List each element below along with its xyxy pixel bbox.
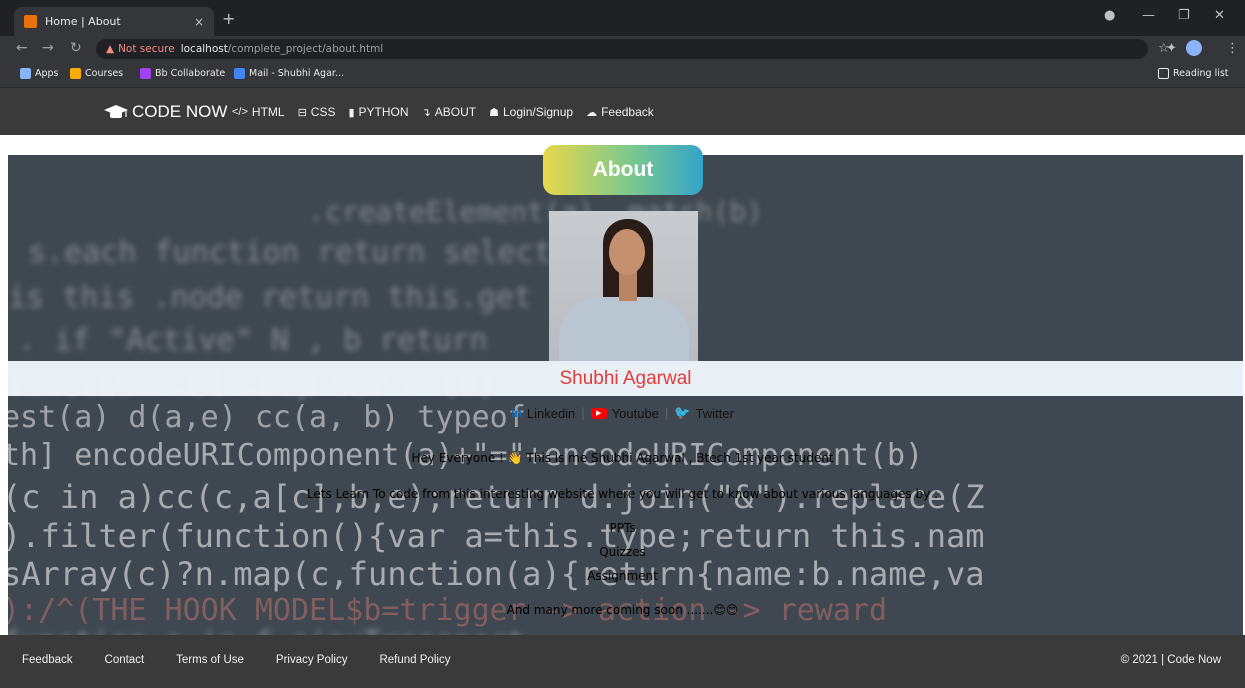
- footer-links: Feedback Contact Terms of Use Privacy Po…: [22, 654, 450, 666]
- intro-text: Hey Everyone ! 👋 This is me Shubhi Agarw…: [411, 451, 834, 465]
- separator: |: [581, 405, 585, 420]
- brand-name: CODE NOW: [132, 102, 228, 121]
- menu-icon[interactable]: ⋮: [1226, 41, 1239, 56]
- warning-icon: ▲: [106, 43, 115, 55]
- courses-icon: [70, 68, 81, 79]
- bookmark-label: Mail - Shubhi Agar...: [249, 68, 344, 79]
- reload-icon[interactable]: ↻: [70, 40, 82, 56]
- footer-link-feedback[interactable]: Feedback: [22, 654, 73, 666]
- arrow-icon: ↴: [421, 106, 431, 119]
- not-secure-label[interactable]: Not secure: [118, 43, 175, 55]
- bookmarks-bar: Apps Courses Bb Collaborate Mail - Shubh…: [0, 62, 1245, 88]
- profile-name: Shubhi Agarwal: [8, 361, 1243, 396]
- separator: |: [664, 405, 669, 420]
- linkedin-link[interactable]: in Linkedin: [511, 405, 575, 421]
- forward-icon[interactable]: →: [42, 40, 54, 56]
- browser-tab[interactable]: Home | About ×: [14, 7, 214, 36]
- address-bar[interactable]: ▲ Not secure localhost /complete_project…: [96, 39, 1148, 59]
- reading-list[interactable]: Reading list: [1158, 68, 1229, 79]
- browser-tabstrip: Home | About × + ● — ❐ ✕: [0, 0, 1245, 36]
- back-icon[interactable]: ←: [16, 40, 28, 56]
- maximize-icon[interactable]: ❐: [1178, 8, 1190, 23]
- code-icon: </>: [232, 106, 248, 118]
- nav-label: Feedback: [601, 105, 654, 119]
- bookmark-mail[interactable]: Mail - Shubhi Agar...: [234, 68, 344, 79]
- nav-login[interactable]: ☗ Login/Signup: [489, 105, 573, 119]
- nav-label: Login/Signup: [503, 105, 574, 119]
- twitter-link[interactable]: 🐦 Twitter: [674, 405, 733, 421]
- copyright: © 2021 | Code Now: [1120, 654, 1221, 666]
- footer-link-contact[interactable]: Contact: [105, 654, 145, 666]
- profile-avatar[interactable]: [1186, 40, 1202, 56]
- tab-title: Home | About: [45, 15, 121, 28]
- site-footer: Feedback Contact Terms of Use Privacy Po…: [0, 635, 1245, 688]
- graduation-cap-icon: [104, 105, 128, 118]
- file-icon: ▮: [348, 106, 355, 119]
- youtube-label: Youtube: [611, 405, 659, 421]
- bookmark-bb-collaborate[interactable]: Bb Collaborate: [140, 68, 225, 79]
- extension-icon[interactable]: ●: [1104, 8, 1115, 23]
- tab-close-icon[interactable]: ×: [194, 15, 204, 29]
- list-item: Assignment: [587, 569, 658, 583]
- profile-photo: [549, 211, 698, 361]
- linkedin-icon: in: [511, 406, 522, 420]
- reading-list-icon: [1158, 68, 1169, 79]
- bookmark-label: Courses: [85, 68, 124, 79]
- nav-label: PYTHON: [358, 105, 409, 119]
- mail-icon: [234, 68, 245, 79]
- css-icon: ⊟: [297, 106, 307, 119]
- nav-feedback[interactable]: ☁ Feedback: [586, 105, 654, 119]
- comment-icon: ☁: [586, 106, 598, 119]
- bookmark-courses[interactable]: Courses: [70, 68, 123, 79]
- minimize-icon[interactable]: —: [1142, 8, 1155, 23]
- nav-label: CSS: [310, 105, 336, 119]
- footer-link-terms[interactable]: Terms of Use: [176, 654, 244, 666]
- list-item: PPTs: [609, 521, 636, 535]
- youtube-icon: ▶: [590, 407, 607, 419]
- linkedin-label: Linkedin: [526, 405, 576, 421]
- browser-toolbar: ← → ↻ ▲ Not secure localhost /complete_p…: [0, 36, 1245, 62]
- nav-python[interactable]: ▮ PYTHON: [348, 105, 408, 119]
- nav-css[interactable]: ⊟ CSS: [298, 105, 336, 119]
- reading-list-label: Reading list: [1173, 68, 1229, 79]
- bookmark-label: Apps: [35, 68, 59, 79]
- close-window-icon[interactable]: ✕: [1214, 8, 1225, 23]
- list-item: Quizzes: [599, 545, 646, 559]
- user-icon: ☗: [489, 106, 499, 119]
- social-links: in Linkedin | ▶ Youtube | 🐦 Twitter: [0, 405, 1245, 421]
- site-navbar: CODE NOW </> HTML ⊟ CSS ▮ PYTHON ↴ ABOUT…: [0, 88, 1245, 135]
- favicon-icon: [24, 15, 37, 28]
- twitter-icon: 🐦: [674, 405, 691, 420]
- footer-link-refund[interactable]: Refund Policy: [379, 654, 450, 666]
- nav-html[interactable]: </> HTML: [232, 105, 285, 119]
- bookmark-label: Bb Collaborate: [155, 68, 226, 79]
- learn-text: Lets Learn To code from this interesting…: [306, 487, 939, 501]
- bb-collaborate-icon: [140, 68, 151, 79]
- bookmark-apps[interactable]: Apps: [20, 68, 59, 79]
- nav-about[interactable]: ↴ ABOUT: [422, 105, 477, 119]
- about-section: .createElement(a) .match(b) s.each funct…: [0, 135, 1245, 635]
- extensions-icon[interactable]: ✦: [1166, 41, 1177, 56]
- more-text: And many more coming soon .......😊😊: [506, 603, 739, 617]
- new-tab-icon[interactable]: +: [222, 9, 235, 28]
- twitter-label: Twitter: [695, 405, 734, 421]
- apps-icon: [20, 68, 31, 79]
- nav-label: ABOUT: [434, 105, 477, 119]
- brand-logo[interactable]: CODE NOW: [104, 102, 227, 122]
- youtube-link[interactable]: ▶ Youtube: [590, 405, 659, 421]
- url-host: localhost: [180, 43, 228, 55]
- url-path: /complete_project/about.html: [227, 43, 384, 55]
- footer-link-privacy[interactable]: Privacy Policy: [276, 654, 348, 666]
- nav-label: HTML: [251, 105, 285, 119]
- nav-links: </> HTML ⊟ CSS ▮ PYTHON ↴ ABOUT ☗ Login/…: [232, 105, 654, 119]
- about-heading: About: [543, 145, 703, 195]
